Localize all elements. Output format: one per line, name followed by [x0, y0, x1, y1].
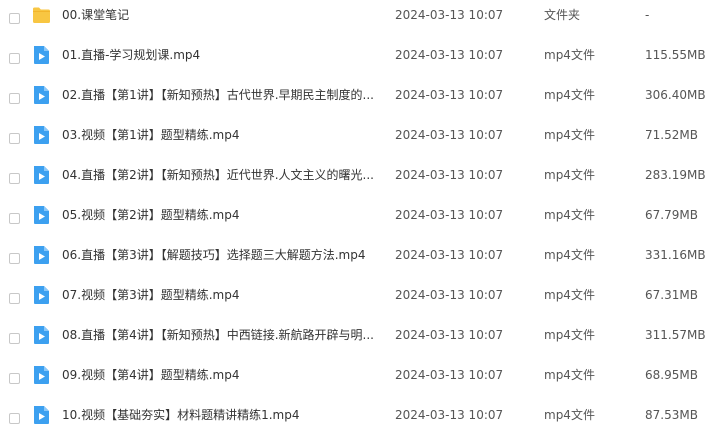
- file-type: 文件夹: [544, 8, 581, 22]
- file-type: mp4文件: [544, 288, 595, 302]
- file-type: mp4文件: [544, 128, 595, 142]
- file-name[interactable]: 10.视频【基础夯实】材料题精讲精练1.mp4: [62, 408, 382, 422]
- file-size: 87.53MB: [645, 408, 698, 422]
- modified-date: 2024-03-13 10:07: [395, 128, 504, 142]
- video-icon: [32, 205, 51, 225]
- modified-date: 2024-03-13 10:07: [395, 208, 504, 222]
- row-checkbox[interactable]: [9, 333, 20, 344]
- file-row[interactable]: 08.直播【第4讲】【新知预热】中西链接.新航路开辟与明... 2024-03-…: [0, 320, 715, 360]
- file-row[interactable]: 01.直播-学习规划课.mp4 2024-03-13 10:07 mp4文件 1…: [0, 40, 715, 80]
- file-row[interactable]: 07.视频【第3讲】题型精练.mp4 2024-03-13 10:07 mp4文…: [0, 280, 715, 320]
- file-name[interactable]: 08.直播【第4讲】【新知预热】中西链接.新航路开辟与明...: [62, 328, 382, 342]
- row-checkbox[interactable]: [9, 173, 20, 184]
- file-size: -: [645, 8, 650, 22]
- file-name[interactable]: 01.直播-学习规划课.mp4: [62, 48, 382, 62]
- row-checkbox[interactable]: [9, 413, 20, 424]
- file-size: 67.79MB: [645, 208, 698, 222]
- file-type: mp4文件: [544, 368, 595, 382]
- video-icon: [32, 125, 51, 145]
- file-size: 306.40MB: [645, 88, 706, 102]
- file-size: 331.16MB: [645, 248, 706, 262]
- modified-date: 2024-03-13 10:07: [395, 8, 504, 22]
- row-checkbox[interactable]: [9, 53, 20, 64]
- row-checkbox[interactable]: [9, 213, 20, 224]
- modified-date: 2024-03-13 10:07: [395, 288, 504, 302]
- file-name[interactable]: 07.视频【第3讲】题型精练.mp4: [62, 288, 382, 302]
- modified-date: 2024-03-13 10:07: [395, 328, 504, 342]
- video-icon: [32, 325, 51, 345]
- row-checkbox[interactable]: [9, 373, 20, 384]
- file-type: mp4文件: [544, 248, 595, 262]
- video-icon: [32, 405, 51, 425]
- modified-date: 2024-03-13 10:07: [395, 48, 504, 62]
- row-checkbox[interactable]: [9, 133, 20, 144]
- file-row[interactable]: 05.视频【第2讲】题型精练.mp4 2024-03-13 10:07 mp4文…: [0, 200, 715, 240]
- file-size: 71.52MB: [645, 128, 698, 142]
- file-row[interactable]: 06.直播【第3讲】【解题技巧】选择题三大解题方法.mp4 2024-03-13…: [0, 240, 715, 280]
- file-type: mp4文件: [544, 168, 595, 182]
- video-icon: [32, 365, 51, 385]
- row-checkbox[interactable]: [9, 93, 20, 104]
- modified-date: 2024-03-13 10:07: [395, 168, 504, 182]
- file-size: 67.31MB: [645, 288, 698, 302]
- file-row[interactable]: 04.直播【第2讲】【新知预热】近代世界.人文主义的曙光... 2024-03-…: [0, 160, 715, 200]
- file-type: mp4文件: [544, 408, 595, 422]
- file-size: 115.55MB: [645, 48, 706, 62]
- file-type: mp4文件: [544, 208, 595, 222]
- file-row[interactable]: 02.直播【第1讲】【新知预热】古代世界.早期民主制度的... 2024-03-…: [0, 80, 715, 120]
- video-icon: [32, 245, 51, 265]
- file-name[interactable]: 09.视频【第4讲】题型精练.mp4: [62, 368, 382, 382]
- file-row[interactable]: 09.视频【第4讲】题型精练.mp4 2024-03-13 10:07 mp4文…: [0, 360, 715, 400]
- file-size: 311.57MB: [645, 328, 706, 342]
- file-name[interactable]: 03.视频【第1讲】题型精练.mp4: [62, 128, 382, 142]
- video-icon: [32, 165, 51, 185]
- file-name[interactable]: 02.直播【第1讲】【新知预热】古代世界.早期民主制度的...: [62, 88, 382, 102]
- modified-date: 2024-03-13 10:07: [395, 368, 504, 382]
- file-type: mp4文件: [544, 48, 595, 62]
- file-size: 283.19MB: [645, 168, 706, 182]
- video-icon: [32, 85, 51, 105]
- file-type: mp4文件: [544, 328, 595, 342]
- row-checkbox[interactable]: [9, 253, 20, 264]
- file-row[interactable]: 03.视频【第1讲】题型精练.mp4 2024-03-13 10:07 mp4文…: [0, 120, 715, 160]
- row-checkbox[interactable]: [9, 293, 20, 304]
- video-icon: [32, 45, 51, 65]
- modified-date: 2024-03-13 10:07: [395, 88, 504, 102]
- modified-date: 2024-03-13 10:07: [395, 408, 504, 422]
- file-size: 68.95MB: [645, 368, 698, 382]
- file-name[interactable]: 05.视频【第2讲】题型精练.mp4: [62, 208, 382, 222]
- file-name[interactable]: 00.课堂笔记: [62, 8, 382, 22]
- modified-date: 2024-03-13 10:07: [395, 248, 504, 262]
- row-checkbox[interactable]: [9, 13, 20, 24]
- file-name[interactable]: 04.直播【第2讲】【新知预热】近代世界.人文主义的曙光...: [62, 168, 382, 182]
- folder-icon: [32, 5, 51, 25]
- file-row[interactable]: 10.视频【基础夯实】材料题精讲精练1.mp4 2024-03-13 10:07…: [0, 400, 715, 440]
- file-row[interactable]: 00.课堂笔记 2024-03-13 10:07 文件夹 -: [0, 0, 715, 40]
- file-name[interactable]: 06.直播【第3讲】【解题技巧】选择题三大解题方法.mp4: [62, 248, 382, 262]
- video-icon: [32, 285, 51, 305]
- file-type: mp4文件: [544, 88, 595, 102]
